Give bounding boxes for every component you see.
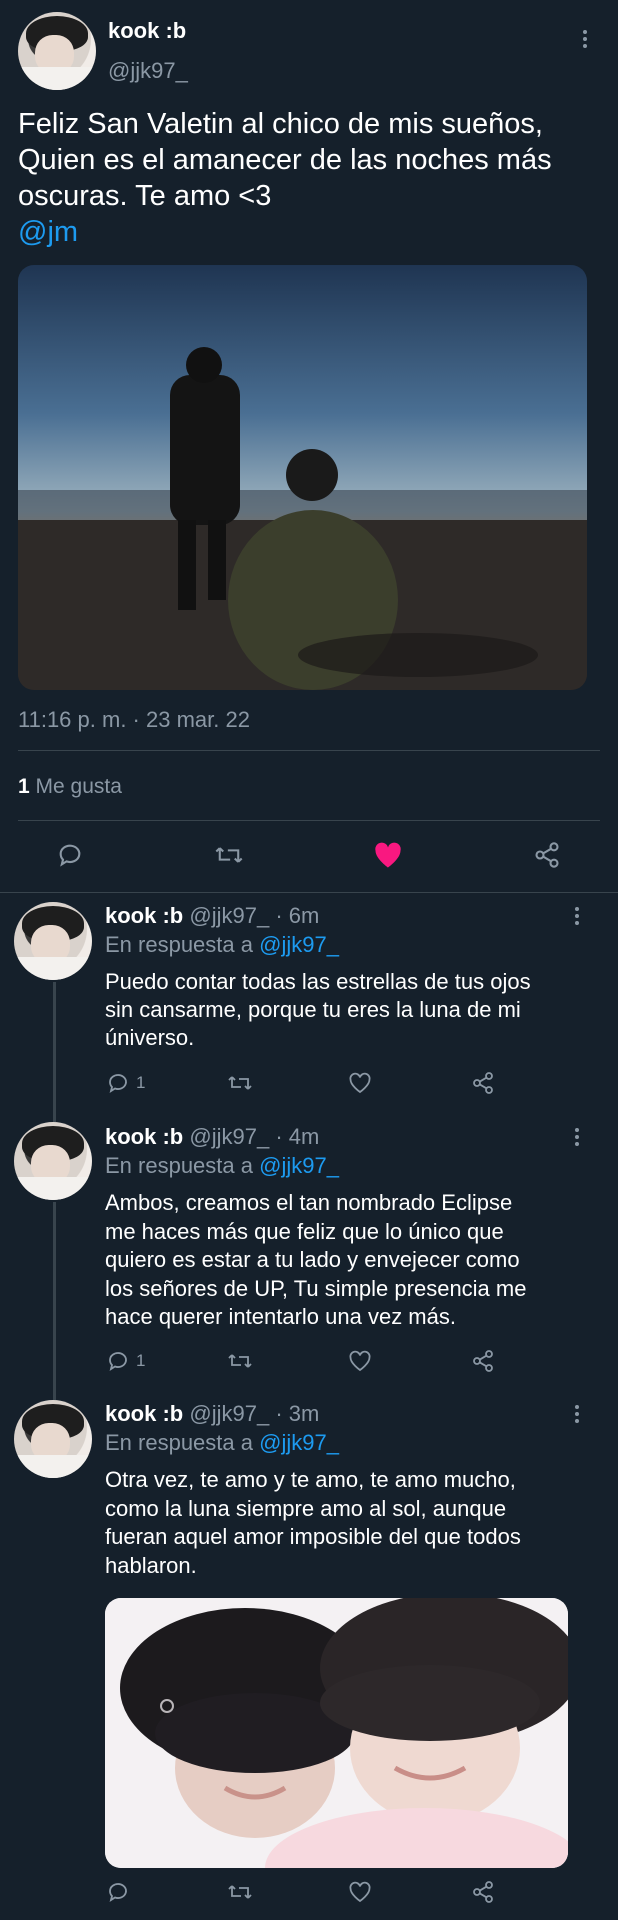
likes-count: 1	[18, 775, 30, 798]
tweet-text-line: Feliz San Valetin al chico de mis sueños…	[18, 108, 543, 140]
reply-text-line: Ambos, creamos el tan nombrado Eclipse	[105, 1190, 513, 1215]
like-icon[interactable]	[348, 1880, 372, 1904]
reply-text-line: sin cansarme, porque tu eres la luna de …	[105, 997, 521, 1022]
reply-count: 1	[136, 1351, 146, 1370]
author-handle[interactable]: @jjk97_	[108, 58, 188, 84]
reply-to-line: En respuesta a @jjk97_	[105, 1430, 339, 1456]
author-name[interactable]: kook :b	[105, 1401, 183, 1426]
reply-text-line: Otra vez, te amo y te amo, te amo mucho,	[105, 1467, 516, 1492]
reply-text: Puedo contar todas las estrellas de tus …	[105, 968, 531, 1052]
like-icon[interactable]	[348, 1349, 372, 1373]
reply-to-link[interactable]: @jjk97_	[259, 932, 339, 957]
reply-time: · 4m	[275, 1124, 320, 1149]
reply-header: kook :b @jjk97_ · 6m	[105, 903, 319, 929]
author-handle[interactable]: @jjk97_	[189, 903, 269, 928]
tweet-text: Feliz San Valetin al chico de mis sueños…	[18, 106, 552, 250]
more-icon[interactable]	[575, 1128, 579, 1146]
mention-link[interactable]: @jm	[18, 214, 552, 250]
likes-summary[interactable]: 1 Me gusta	[18, 775, 122, 799]
reply-text-line: hablaron.	[105, 1552, 197, 1578]
retweet-icon[interactable]	[227, 1880, 253, 1904]
reply-text-line: los señores de UP, Tu simple presencia m…	[105, 1275, 527, 1301]
author-handle[interactable]: @jjk97_	[189, 1401, 269, 1426]
like-icon[interactable]	[373, 841, 403, 869]
share-icon[interactable]	[471, 1071, 495, 1095]
reply-to-line: En respuesta a @jjk97_	[105, 932, 339, 958]
retweet-icon[interactable]	[227, 1071, 253, 1095]
reply-time: · 6m	[275, 903, 320, 928]
share-icon[interactable]	[533, 841, 561, 869]
avatar[interactable]	[18, 12, 96, 90]
share-icon[interactable]	[471, 1349, 495, 1373]
author-handle[interactable]: @jjk97_	[189, 1124, 269, 1149]
reply-count: 1	[136, 1073, 146, 1092]
avatar[interactable]	[14, 1122, 92, 1200]
avatar[interactable]	[14, 902, 92, 980]
retweet-icon[interactable]	[214, 841, 244, 869]
more-icon[interactable]	[575, 1405, 579, 1423]
reply-text-line: fueran aquel amor imposible del que todo…	[105, 1524, 521, 1549]
reply-icon[interactable]	[56, 841, 84, 869]
divider	[18, 750, 600, 751]
reply-text-line: como la luna siempre amo al sol, aunque	[105, 1495, 507, 1521]
divider	[18, 820, 600, 821]
avatar[interactable]	[14, 1400, 92, 1478]
reply-label: En respuesta a	[105, 1430, 253, 1455]
reply-label: En respuesta a	[105, 1153, 253, 1178]
reply-time: · 3m	[275, 1401, 320, 1426]
more-icon[interactable]	[583, 30, 587, 48]
tweet-timestamp[interactable]: 11:16 p. m. · 23 mar. 22	[18, 707, 250, 733]
reply-label: En respuesta a	[105, 932, 253, 957]
reply-header: kook :b @jjk97_ · 4m	[105, 1124, 319, 1150]
reply-icon[interactable]	[106, 1071, 130, 1095]
thread-line	[53, 982, 56, 1122]
reply-text: Ambos, creamos el tan nombrado Eclipse m…	[105, 1189, 526, 1332]
reply-to-link[interactable]: @jjk97_	[259, 1430, 339, 1455]
reply-text-line: úniverso.	[105, 1025, 195, 1050]
reply-text-line: Puedo contar todas las estrellas de tus …	[105, 969, 531, 994]
reply-text: Otra vez, te amo y te amo, te amo mucho,…	[105, 1466, 521, 1580]
share-icon[interactable]	[471, 1880, 495, 1904]
reply-text-line: quiero es estar a tu lado y envejecer co…	[105, 1247, 520, 1272]
reply-photo[interactable]	[105, 1598, 568, 1868]
divider	[0, 892, 618, 893]
reply-icon[interactable]	[106, 1349, 130, 1373]
reply-text-line: hace querer intentarlo una vez más.	[105, 1304, 456, 1329]
tweet-text-line: oscuras. Te amo <3	[18, 180, 272, 212]
author-name[interactable]: kook :b	[105, 903, 183, 928]
thread-line	[53, 1202, 56, 1400]
tweet-photo[interactable]	[18, 265, 587, 690]
like-icon[interactable]	[348, 1071, 372, 1095]
reply-to-line: En respuesta a @jjk97_	[105, 1153, 339, 1179]
author-name[interactable]: kook :b	[108, 18, 186, 44]
more-icon[interactable]	[575, 907, 579, 925]
reply-text-line: me haces más que feliz que lo único que	[105, 1218, 504, 1244]
likes-label: Me gusta	[35, 775, 122, 798]
reply-to-link[interactable]: @jjk97_	[259, 1153, 339, 1178]
retweet-icon[interactable]	[227, 1349, 253, 1373]
reply-icon[interactable]	[106, 1880, 130, 1904]
author-name[interactable]: kook :b	[105, 1124, 183, 1149]
reply-header: kook :b @jjk97_ · 3m	[105, 1401, 319, 1427]
tweet-text-line: Quien es el amanecer de las noches más	[18, 144, 552, 176]
